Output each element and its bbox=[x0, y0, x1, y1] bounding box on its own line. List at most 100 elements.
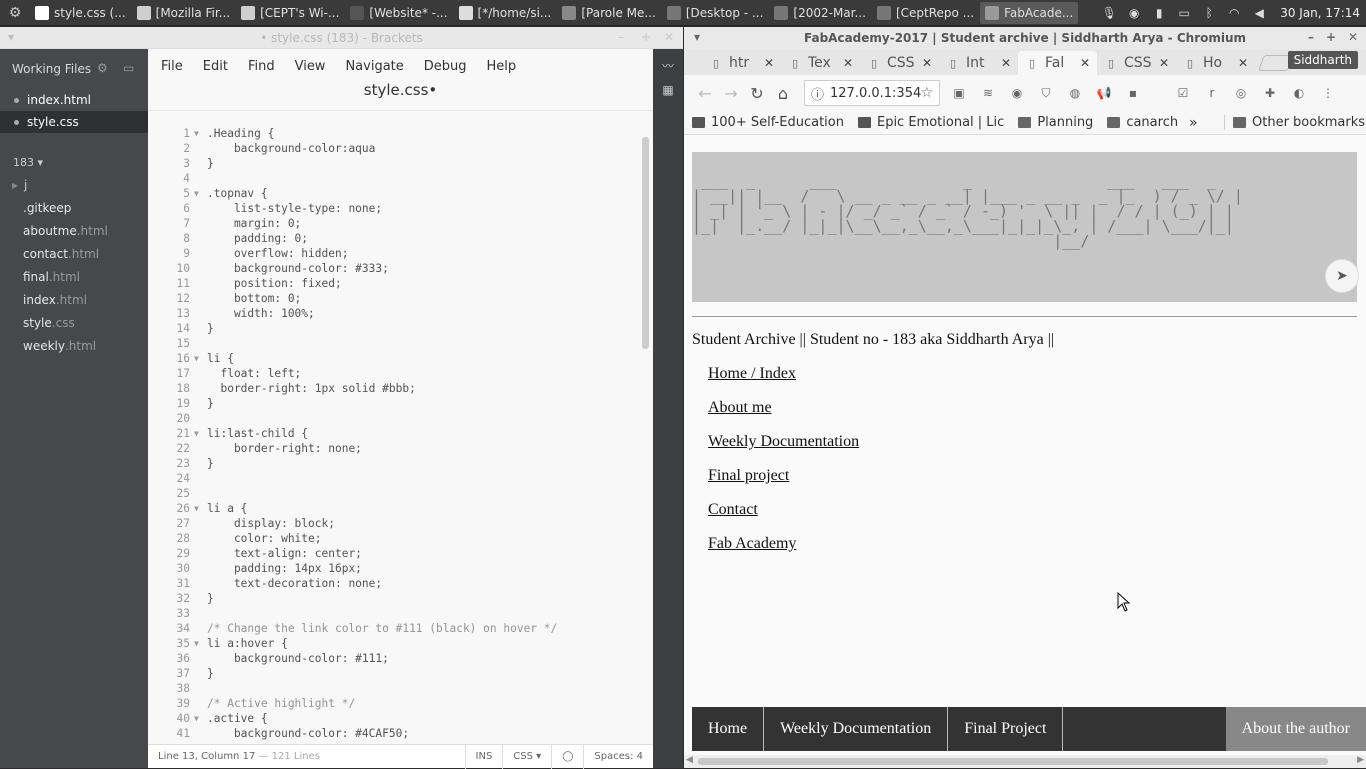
menu-help[interactable]: Help bbox=[487, 59, 517, 74]
extension-icon[interactable]: ◐ bbox=[1289, 83, 1309, 103]
topnav-about-author[interactable]: About the author bbox=[1225, 707, 1366, 751]
taskbar-task[interactable]: [*/home/si... bbox=[454, 2, 557, 24]
scrollbar-thumb[interactable] bbox=[698, 758, 1328, 765]
topnav-item[interactable]: Weekly Documentation bbox=[764, 707, 949, 751]
close-button[interactable]: ✕ bbox=[664, 30, 674, 44]
tree-file-item[interactable]: contact .html bbox=[0, 242, 148, 265]
fold-arrow-icon[interactable]: ▼ bbox=[194, 426, 204, 441]
microphone-icon[interactable]: 🎙 bbox=[1101, 6, 1117, 20]
fold-arrow-icon[interactable]: ▼ bbox=[194, 711, 204, 726]
browser-tab[interactable]: ▯ CSS ✕ bbox=[1097, 51, 1176, 75]
close-tab-icon[interactable]: ✕ bbox=[1001, 56, 1011, 70]
bookmark-item[interactable]: Epic Emotional | Lic bbox=[857, 115, 1004, 130]
extension-icon[interactable]: r bbox=[1202, 83, 1222, 103]
translate-icon[interactable]: ◎ bbox=[1231, 83, 1251, 103]
taskbar-task[interactable]: [Website* -... bbox=[345, 2, 452, 24]
menu-view[interactable]: View bbox=[295, 59, 326, 74]
scroll-right-icon[interactable]: ▶ bbox=[1357, 755, 1364, 765]
extension-icon[interactable]: ◉ bbox=[1007, 83, 1027, 103]
taskbar-task[interactable]: [2002-Mar... bbox=[769, 2, 871, 24]
close-tab-icon[interactable]: ✕ bbox=[922, 56, 932, 70]
extension-icon[interactable]: ▣ bbox=[949, 83, 969, 103]
browser-tab[interactable]: ▯ htr ✕ bbox=[702, 51, 781, 75]
live-preview-icon[interactable]: 〰 bbox=[658, 57, 678, 75]
chrome-tray-icon[interactable]: ◉ bbox=[1126, 6, 1142, 20]
taskbar-task[interactable]: [CEPT's Wi-... bbox=[236, 2, 344, 24]
bookmark-item[interactable]: Planning bbox=[1018, 115, 1093, 130]
browser-tab[interactable]: ▯ Tex ✕ bbox=[781, 51, 860, 75]
browser-tab[interactable]: ▯ Ho ✕ bbox=[1176, 51, 1255, 75]
topnav-item[interactable]: Home bbox=[692, 707, 765, 751]
working-file-style[interactable]: style .css bbox=[0, 111, 148, 133]
checkbox-icon[interactable]: ☑ bbox=[1173, 83, 1193, 103]
shield-icon[interactable]: ⛉ bbox=[1036, 83, 1056, 103]
page-link[interactable]: Home / Index bbox=[708, 365, 796, 383]
tree-file-item[interactable]: aboutme .html bbox=[0, 219, 148, 242]
wifi-icon[interactable]: ◠ bbox=[1226, 6, 1242, 20]
reload-button[interactable]: ↻ bbox=[744, 80, 770, 106]
close-tab-icon[interactable]: ✕ bbox=[843, 56, 853, 70]
tree-file-item[interactable]: .gitkeep bbox=[0, 196, 148, 219]
project-dropdown[interactable]: 183 ▾ bbox=[0, 151, 148, 173]
working-file-index[interactable]: index .html bbox=[0, 89, 148, 111]
browser-tab[interactable]: ▯ Int ✕ bbox=[939, 51, 1018, 75]
minimize-button[interactable]: – bbox=[618, 30, 624, 44]
window-menu-icon[interactable]: ▾ bbox=[8, 30, 14, 44]
fold-arrow-icon[interactable]: ▼ bbox=[194, 126, 204, 141]
start-menu-icon[interactable]: ⚙ bbox=[0, 0, 30, 26]
split-view-icon[interactable]: ▭ bbox=[123, 61, 134, 75]
puzzle-icon[interactable]: ✚ bbox=[1260, 83, 1280, 103]
bookmark-item[interactable]: canarch bbox=[1107, 115, 1178, 130]
minimize-button[interactable]: – bbox=[1308, 30, 1314, 44]
megaphone-icon[interactable]: 📢 bbox=[1094, 83, 1114, 103]
taskbar-task[interactable]: [Parole Me... bbox=[557, 2, 660, 24]
back-button[interactable]: ← bbox=[692, 80, 718, 106]
battery-icon[interactable]: ▮ bbox=[1151, 6, 1167, 20]
browser-tab[interactable]: ▯ Fal ✕ bbox=[1018, 51, 1097, 75]
close-tab-icon[interactable]: ✕ bbox=[1159, 56, 1169, 70]
bookmark-star-icon[interactable]: ☆ bbox=[920, 85, 933, 101]
window-menu-icon[interactable]: ▾ bbox=[694, 30, 700, 44]
navigation-arrow-icon[interactable]: ➤ bbox=[1325, 259, 1359, 293]
taskbar-task[interactable]: [CeptRepo ... bbox=[872, 2, 979, 24]
display-icon[interactable]: ▭ bbox=[1176, 6, 1192, 20]
editor-scrollbar[interactable] bbox=[642, 137, 649, 349]
bluetooth-icon[interactable]: ᛒ bbox=[1201, 6, 1217, 20]
menu-find[interactable]: Find bbox=[248, 59, 275, 74]
topnav-item[interactable]: Final Project bbox=[948, 707, 1064, 751]
taskbar-task[interactable]: style.css (... bbox=[30, 2, 131, 24]
menu-navigate[interactable]: Navigate bbox=[345, 59, 403, 74]
tree-file-item[interactable]: index .html bbox=[0, 288, 148, 311]
language-select[interactable]: CSS ▾ bbox=[502, 744, 551, 769]
folder-item[interactable]: ▸ j bbox=[0, 173, 148, 196]
scroll-left-icon[interactable]: ◀ bbox=[686, 755, 693, 765]
close-button[interactable]: ✕ bbox=[1348, 30, 1358, 44]
camera-icon[interactable]: ▪ bbox=[1123, 83, 1143, 103]
clock[interactable]: 30 Jan, 17:14 bbox=[1280, 6, 1360, 20]
info-icon[interactable]: ⓘ bbox=[811, 84, 824, 103]
forward-button[interactable]: → bbox=[718, 80, 744, 106]
maximize-button[interactable]: + bbox=[641, 30, 651, 44]
bookmark-item[interactable]: 100+ Self-Education bbox=[692, 115, 844, 130]
volume-icon[interactable]: ◀ bbox=[1251, 6, 1267, 20]
fold-arrow-icon[interactable]: ▼ bbox=[194, 636, 204, 651]
page-link[interactable]: Contact bbox=[708, 501, 758, 519]
browser-tab[interactable]: ▯ CSS ✕ bbox=[860, 51, 939, 75]
menu-dots-icon[interactable]: ⋮ bbox=[1318, 83, 1338, 103]
page-link[interactable]: Final project bbox=[708, 467, 789, 485]
profile-button[interactable]: Siddharth bbox=[1287, 51, 1358, 69]
page-link[interactable]: Weekly Documentation bbox=[708, 433, 859, 451]
fold-arrow-icon[interactable]: ▼ bbox=[194, 186, 204, 201]
home-button[interactable]: ⌂ bbox=[770, 80, 796, 106]
horizontal-scrollbar[interactable]: ◀ ▶ bbox=[684, 755, 1366, 768]
tree-file-item[interactable]: weekly .html bbox=[0, 334, 148, 357]
extension-icon[interactable]: ≋ bbox=[978, 83, 998, 103]
close-tab-icon[interactable]: ✕ bbox=[1080, 56, 1090, 70]
address-bar[interactable]: ⓘ 127.0.0.1:354 ☆ bbox=[804, 80, 940, 106]
menu-debug[interactable]: Debug bbox=[424, 59, 467, 74]
gear-icon[interactable]: ⚙ bbox=[97, 61, 108, 75]
linter-status-icon[interactable]: ◯ bbox=[551, 744, 583, 769]
close-tab-icon[interactable]: ✕ bbox=[1238, 56, 1248, 70]
code-editor[interactable]: 1 ▼ .Heading {2 background-color:aqua 3} 4 5 ▼… bbox=[148, 110, 653, 744]
maximize-button[interactable]: + bbox=[1326, 30, 1336, 44]
